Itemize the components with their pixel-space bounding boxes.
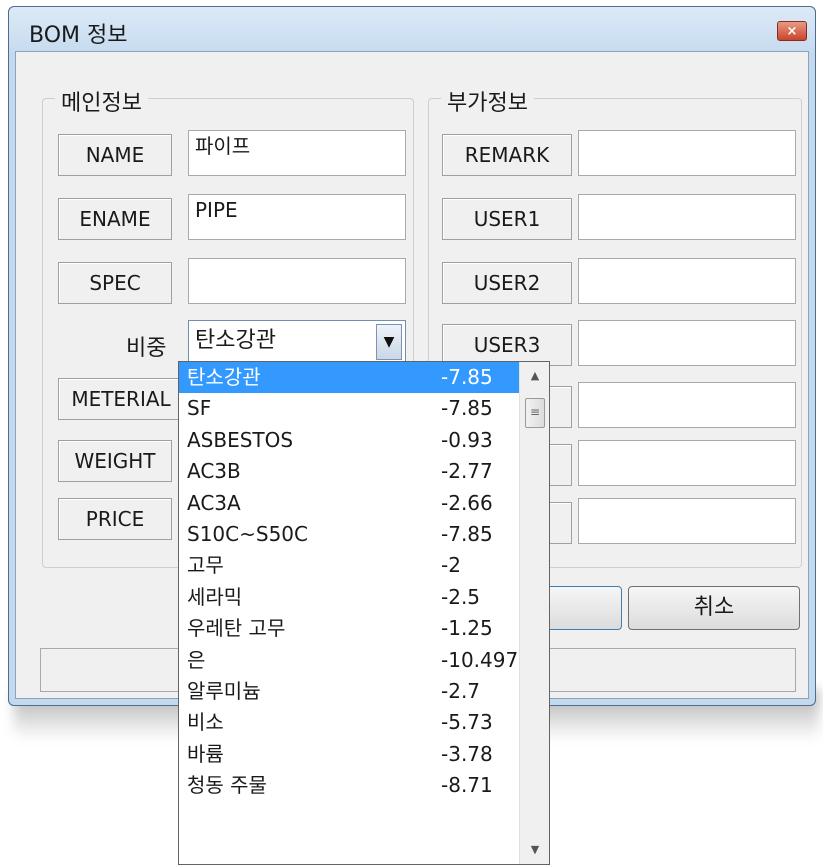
dropdown-item-name: 탄소강관 [187,365,261,389]
dropdown-item-value: -3.78 [441,741,493,766]
close-icon[interactable]: × [777,21,807,41]
scroll-up-icon[interactable]: ▲ [520,362,549,390]
dropdown-item-name: 고무 [187,553,224,578]
dropdown-item-name: S10C~S50C [187,521,308,546]
dropdown-item-value: -2 [441,553,461,578]
dropdown-item-name: 바륨 [187,741,224,766]
spec-label: SPEC [58,262,172,304]
name-label: NAME [58,134,172,176]
dropdown-item-name: 청동 주물 [187,773,267,798]
dropdown-item-name: AC3B [187,459,241,484]
dropdown-item-value: -7.85 [441,396,493,421]
ename-field[interactable]: PIPE [188,194,406,240]
name-field[interactable]: 파이프 [188,130,406,176]
user6-field[interactable] [578,498,796,544]
dropdown-item-value: -2.66 [441,490,493,515]
dropdown-item-name: 은 [187,647,206,672]
user2-field[interactable] [578,258,796,304]
remark-field[interactable] [578,130,796,176]
user4-field[interactable] [578,382,796,428]
dropdown-item-value: -10.497 [441,647,519,672]
scroll-down-icon[interactable]: ▼ [520,836,549,864]
dropdown-item[interactable]: 청동 주물 -8.71 [179,770,549,801]
dropdown-item-value: -2.5 [441,584,481,609]
dropdown-item-name: 세라믹 [187,584,243,609]
user3-label: USER3 [442,324,572,366]
dropdown-item[interactable]: 고무 -2 [179,550,549,581]
dropdown-item-value: -2.7 [441,678,481,703]
dropdown-item[interactable]: AC3B -2.77 [179,456,549,487]
user3-field[interactable] [578,320,796,366]
dropdown-item-name: 비소 [187,710,224,735]
scroll-thumb[interactable]: ≡ [525,398,545,428]
density-dropdown-list[interactable]: 탄소강관 -7.85 SF -7.85 ASBESTOS -0.93 AC3B -2.77 AC… [178,361,550,865]
dropdown-item-value: -8.71 [441,773,493,798]
ename-label: ENAME [58,198,172,240]
user1-label: USER1 [442,198,572,240]
remark-label: REMARK [442,134,572,176]
dropdown-item-name: SF [187,396,212,421]
dropdown-item[interactable]: 알루미늄 -2.7 [179,676,549,707]
extra-info-title: 부가정보 [441,85,534,117]
meterial-label: METERIAL [58,378,184,420]
dropdown-item[interactable]: AC3A -2.66 [179,488,549,519]
dropdown-item-value: -1.25 [441,616,493,641]
user5-field[interactable] [578,440,796,486]
dropdown-item-value: -2.77 [441,459,493,484]
dropdown-item[interactable]: 은 -10.497 [179,645,549,676]
dropdown-item[interactable]: 바륨 -3.78 [179,739,549,770]
dropdown-item[interactable]: SF -7.85 [179,393,549,424]
title-bar[interactable]: BOM 정보 × [9,7,815,53]
window-title: BOM 정보 [29,23,128,48]
density-combo[interactable]: 탄소강관 ▼ [188,320,406,364]
spec-field[interactable] [188,258,406,304]
cancel-button[interactable]: 취소 [628,586,800,630]
dropdown-item-value: -7.85 [441,365,493,389]
dropdown-scrollbar[interactable]: ▲ ≡ ▼ [519,362,549,864]
dropdown-item-value: -0.93 [441,427,493,452]
dropdown-item-name: 알루미늄 [187,678,261,703]
density-label: 비중 [126,336,167,361]
dropdown-item[interactable]: S10C~S50C -7.85 [179,519,549,550]
dropdown-item-value: -5.73 [441,710,493,735]
chevron-down-icon[interactable]: ▼ [376,324,402,360]
user1-field[interactable] [578,194,796,240]
main-info-title: 메인정보 [55,85,148,117]
dropdown-item[interactable]: 우레탄 고무 -1.25 [179,613,549,644]
weight-label: WEIGHT [58,440,172,482]
dropdown-item-name: ASBESTOS [187,427,294,452]
density-combo-value: 탄소강관 [195,328,276,353]
dropdown-item[interactable]: 탄소강관 -7.85 [179,362,549,394]
dropdown-item-name: 우레탄 고무 [187,616,286,641]
user2-label: USER2 [442,262,572,304]
price-label: PRICE [58,498,172,540]
dropdown-item-name: AC3A [187,490,241,515]
dropdown-item[interactable]: ASBESTOS -0.93 [179,425,549,456]
dropdown-item-value: -7.85 [441,521,493,546]
dropdown-item[interactable]: 세라믹 -2.5 [179,582,549,613]
dropdown-item[interactable]: 비소 -5.73 [179,707,549,738]
